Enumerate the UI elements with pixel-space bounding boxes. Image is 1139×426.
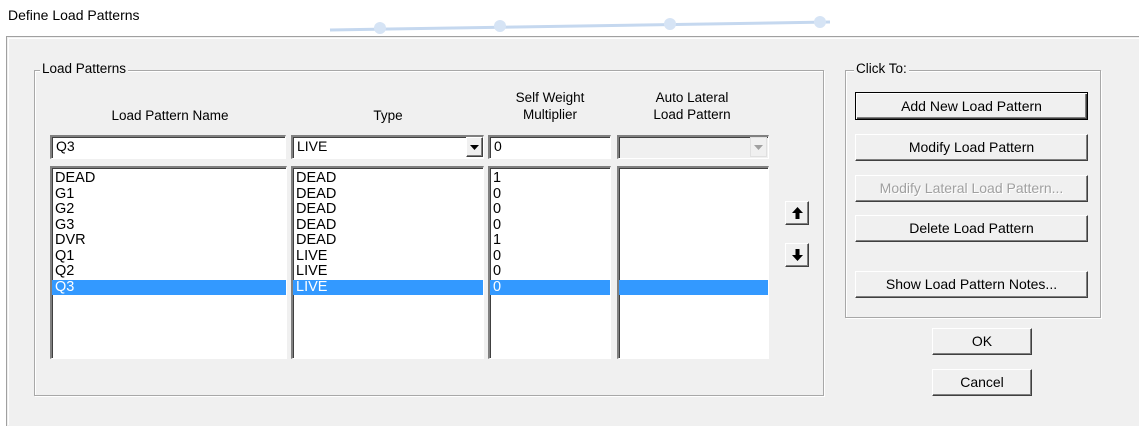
type-dropdown-button[interactable]: [466, 137, 483, 157]
auto-lateral-dropdown-button[interactable]: [750, 137, 767, 157]
chevron-down-icon: [754, 144, 763, 150]
auto-lateral-list[interactable]: [617, 166, 769, 359]
window-title: Define Load Patterns: [8, 7, 140, 23]
header-load-pattern-name: Load Pattern Name: [111, 108, 229, 123]
show-load-pattern-notes-button[interactable]: Show Load Pattern Notes...: [855, 271, 1088, 298]
add-new-load-pattern-button[interactable]: Add New Load Pattern: [855, 92, 1088, 120]
list-item[interactable]: [619, 249, 768, 265]
list-item[interactable]: LIVE: [293, 248, 483, 265]
move-up-button[interactable]: [785, 201, 809, 225]
modify-lateral-load-pattern-button[interactable]: Modify Lateral Load Pattern...: [855, 175, 1088, 202]
click-to-group-label: Click To:: [854, 61, 909, 76]
list-item[interactable]: 0: [490, 186, 610, 203]
list-item[interactable]: [619, 233, 768, 249]
list-item[interactable]: LIVE: [293, 263, 483, 280]
arrow-up-icon: [791, 207, 803, 219]
list-item[interactable]: G3: [52, 217, 286, 234]
list-item[interactable]: DEAD: [293, 201, 483, 218]
self-weight-multiplier-list[interactable]: 1 0 0 0 1 0 0 0: [488, 166, 611, 359]
list-item[interactable]: Q2: [52, 263, 286, 280]
list-item[interactable]: [619, 264, 768, 280]
list-item[interactable]: 0: [490, 201, 610, 218]
chevron-down-icon: [470, 144, 479, 150]
delete-load-pattern-button[interactable]: Delete Load Pattern: [855, 215, 1088, 242]
list-item[interactable]: Q1: [52, 248, 286, 265]
list-item[interactable]: G1: [52, 186, 286, 203]
list-item[interactable]: 0: [490, 248, 610, 265]
cancel-button[interactable]: Cancel: [932, 369, 1032, 396]
arrow-down-icon: [791, 249, 803, 261]
list-item[interactable]: DEAD: [293, 232, 483, 249]
move-down-button[interactable]: [785, 243, 809, 267]
list-item[interactable]: DEAD: [293, 186, 483, 203]
list-item[interactable]: 1: [490, 232, 610, 249]
list-item-selected[interactable]: [619, 279, 768, 295]
list-item[interactable]: 0: [490, 263, 610, 280]
type-select[interactable]: LIVE: [291, 135, 484, 159]
list-item-selected[interactable]: Q3: [52, 279, 286, 295]
load-patterns-group-label: Load Patterns: [40, 61, 129, 76]
self-weight-multiplier-input[interactable]: 0: [488, 135, 611, 159]
header-self-weight-line1: Self Weight: [515, 90, 585, 105]
list-item[interactable]: DVR: [52, 232, 286, 249]
list-item[interactable]: DEAD: [293, 170, 483, 187]
list-item[interactable]: 1: [490, 170, 610, 187]
list-item[interactable]: 0: [490, 217, 610, 234]
ok-button[interactable]: OK: [932, 328, 1032, 355]
background-decoration: [329, 16, 831, 34]
header-auto-lateral-line1: Auto Lateral: [655, 90, 729, 105]
list-item[interactable]: [619, 218, 768, 234]
list-item[interactable]: [619, 202, 768, 218]
type-select-value: LIVE: [297, 138, 328, 154]
load-pattern-name-list[interactable]: DEAD G1 G2 G3 DVR Q1 Q2 Q3: [50, 166, 287, 359]
list-item[interactable]: DEAD: [52, 170, 286, 187]
header-auto-lateral-line2: Load Pattern: [653, 107, 731, 122]
list-item-selected[interactable]: LIVE: [293, 279, 483, 295]
header-type: Type: [373, 108, 403, 123]
list-item-selected[interactable]: 0: [490, 279, 610, 295]
header-self-weight-line2: Multiplier: [522, 107, 577, 122]
modify-load-pattern-button[interactable]: Modify Load Pattern: [855, 134, 1088, 161]
list-item[interactable]: G2: [52, 201, 286, 218]
list-item[interactable]: [619, 187, 768, 203]
load-pattern-name-input[interactable]: Q3: [50, 135, 286, 159]
list-item[interactable]: DEAD: [293, 217, 483, 234]
list-item[interactable]: [619, 171, 768, 187]
type-list[interactable]: DEAD DEAD DEAD DEAD DEAD LIVE LIVE LIVE: [291, 166, 484, 359]
auto-lateral-select[interactable]: [617, 135, 769, 159]
